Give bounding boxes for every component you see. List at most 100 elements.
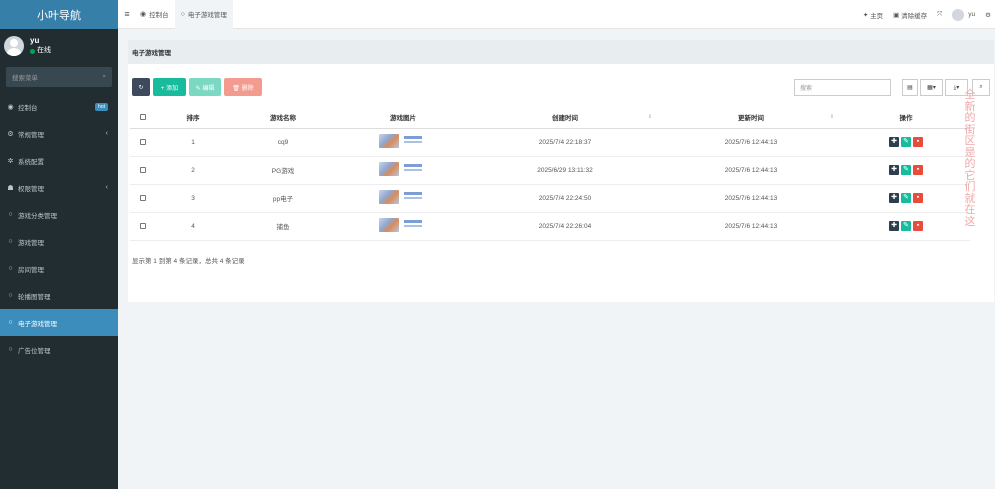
pagination-info: 显示第 1 到第 4 条记录，总共 4 条记录 (132, 258, 245, 265)
search-input[interactable]: 搜索 (794, 79, 891, 96)
table-row[interactable]: 3 pp电子 2025/7/4 22:24:50 2025/7/6 12:44:13 ✚… (130, 184, 970, 213)
cell-created: 2025/7/4 22:24:50 (470, 184, 660, 213)
game-thumbnail[interactable] (379, 190, 427, 204)
row-checkbox[interactable] (140, 166, 146, 173)
cell-actions: ✚ ✎ ▪ (842, 156, 970, 185)
tab-label: 控制台 (149, 12, 169, 19)
settings-icon[interactable]: ⚙ (985, 11, 991, 19)
cell-updated: 2025/7/6 12:44:13 (660, 184, 842, 213)
top-header: ≡ ◉ 控制台 ○ 电子游戏管理 ✦ 主页 ▣ 清除缓存 ⤧ yu ⚙ (118, 0, 995, 29)
table-header-row: 排序 游戏名称 游戏图片 创建时间 ⇕ 更新时间 ⇕ 操作 (130, 107, 970, 129)
col-created-label: 创建时间 (552, 115, 578, 123)
table-row[interactable]: 1 cq9 2025/7/4 22:18:37 2025/7/6 12:44:13 ✚ ✎… (130, 128, 970, 157)
table-row[interactable]: 2 PG游戏 2025/6/29 13:11:32 2025/7/6 12:44:13… (130, 156, 970, 185)
user-menu[interactable]: yu (952, 8, 975, 21)
cell-actions: ✚ ✎ ▪ (842, 212, 970, 241)
cell-name: 捕鱼 (230, 212, 336, 241)
delete-row-icon[interactable]: ▪ (913, 165, 923, 175)
cell-sort: 4 (156, 212, 230, 241)
trash-icon: ▣ (893, 11, 900, 19)
game-thumbnail[interactable] (379, 134, 427, 148)
row-checkbox[interactable] (140, 194, 146, 201)
sidebar-item[interactable]: ✲ 系统配置 (0, 147, 118, 174)
cell-image (336, 184, 470, 213)
sidebar-item[interactable]: ◉ 控制台 hot (0, 93, 118, 120)
row-select-cell[interactable] (130, 128, 156, 157)
add-button[interactable]: + 添加 (153, 78, 186, 96)
page-title: 电子游戏管理 (128, 40, 994, 64)
clear-cache-button[interactable]: ▣ 清除缓存 (893, 10, 927, 20)
sidebar-item[interactable]: ○ 游戏管理 (0, 228, 118, 255)
sort-icon[interactable]: ⇕ (648, 114, 652, 120)
cell-name: PG游戏 (230, 156, 336, 185)
circle-icon: ○ (8, 319, 13, 326)
edit-row-icon[interactable]: ✎ (901, 165, 911, 175)
sidebar-item[interactable]: ⚙ 常规管理 ‹ (0, 120, 118, 147)
cell-name: cq9 (230, 128, 336, 157)
sidebar-item-label: 控制台 (18, 104, 38, 112)
toggle-view-button[interactable]: ▤ (902, 79, 918, 96)
game-thumbnail[interactable] (379, 162, 427, 176)
app-logo[interactable]: 小叶导航 (0, 0, 118, 29)
circle-icon: ○ (8, 238, 13, 245)
sidebar-item-label: 电子游戏管理 (18, 320, 57, 328)
col-created[interactable]: 创建时间 ⇕ (470, 107, 660, 129)
delete-row-icon[interactable]: ▪ (913, 137, 923, 147)
col-sort[interactable]: 排序 (156, 107, 230, 129)
fullscreen-icon[interactable]: ⤧ (937, 11, 942, 19)
row-checkbox[interactable] (140, 138, 146, 145)
cell-created: 2025/6/29 13:11:32 (470, 156, 660, 185)
sort-icon[interactable]: ⇕ (830, 114, 834, 120)
row-checkbox[interactable] (140, 222, 146, 229)
row-select-cell[interactable] (130, 156, 156, 185)
edit-row-icon[interactable]: ✎ (901, 193, 911, 203)
edit-row-icon[interactable]: ✎ (901, 137, 911, 147)
circle-icon: ○ (8, 265, 13, 272)
sidebar-item[interactable]: ○ 游戏分类管理 (0, 201, 118, 228)
sidebar-item[interactable]: ○ 广告位管理 (0, 336, 118, 363)
sidebar-item[interactable]: ○ 电子游戏管理 (0, 309, 118, 336)
delete-row-icon[interactable]: ▪ (913, 221, 923, 231)
row-select-cell[interactable] (130, 184, 156, 213)
select-all-checkbox[interactable] (140, 114, 146, 121)
drag-sort-icon[interactable]: ✚ (889, 193, 899, 203)
dashboard-icon: ◉ (140, 11, 147, 18)
select-all-header[interactable] (130, 107, 156, 129)
sidebar: 小叶导航 yu 在线 搜索菜单 ⌕ ◉ 控制台 hot ⚙ 常规管理 ‹ ✲ 系统配置 ☗ 权限管… (0, 0, 118, 489)
refresh-button[interactable]: ↻ (132, 78, 150, 96)
cell-created: 2025/7/4 22:26:04 (470, 212, 660, 241)
sidebar-item[interactable]: ☗ 权限管理 ‹ (0, 174, 118, 201)
drag-sort-icon[interactable]: ✚ (889, 221, 899, 231)
drag-sort-icon[interactable]: ✚ (889, 137, 899, 147)
row-select-cell[interactable] (130, 212, 156, 241)
sidebar-item-label: 轮播图管理 (18, 293, 51, 301)
col-actions: 操作 (842, 107, 970, 129)
circle-icon: ○ (180, 10, 185, 18)
delete-button[interactable]: 🗑 删除 (224, 78, 262, 96)
menu-toggle-icon[interactable]: ≡ (120, 9, 134, 19)
cell-image (336, 128, 470, 157)
search-icon[interactable]: ⌕ (102, 73, 106, 81)
col-updated[interactable]: 更新时间 ⇕ (660, 107, 842, 129)
watermark-text: 全新的街区是的它们就在这 (964, 89, 976, 228)
home-link[interactable]: ✦ 主页 (863, 10, 883, 20)
delete-row-icon[interactable]: ▪ (913, 193, 923, 203)
edit-button[interactable]: ✎ 编辑 (189, 78, 221, 96)
table-row[interactable]: 4 捕鱼 2025/7/4 22:26:04 2025/7/6 12:44:13 ✚ ✎ ▪ (130, 212, 970, 241)
sidebar-item[interactable]: ○ 轮播图管理 (0, 282, 118, 309)
tab-egame-management[interactable]: ○ 电子游戏管理 (174, 0, 233, 29)
game-thumbnail[interactable] (379, 218, 427, 232)
cell-updated: 2025/7/6 12:44:13 (660, 128, 842, 157)
table-body: 1 cq9 2025/7/4 22:18:37 2025/7/6 12:44:13 ✚ ✎… (130, 128, 970, 241)
drag-sort-icon[interactable]: ✚ (889, 165, 899, 175)
sidebar-search[interactable]: 搜索菜单 ⌕ (6, 67, 112, 87)
tab-dashboard[interactable]: ◉ 控制台 (134, 0, 175, 29)
cell-image (336, 212, 470, 241)
columns-dropdown-button[interactable]: ▦▾ (920, 79, 943, 96)
chevron-left-icon: ‹ (105, 184, 108, 191)
user-panel: yu 在线 (0, 29, 118, 63)
sidebar-search-placeholder: 搜索菜单 (12, 75, 38, 82)
sidebar-item[interactable]: ○ 房间管理 (0, 255, 118, 282)
sidebar-item-label: 权限管理 (18, 185, 44, 193)
edit-row-icon[interactable]: ✎ (901, 221, 911, 231)
